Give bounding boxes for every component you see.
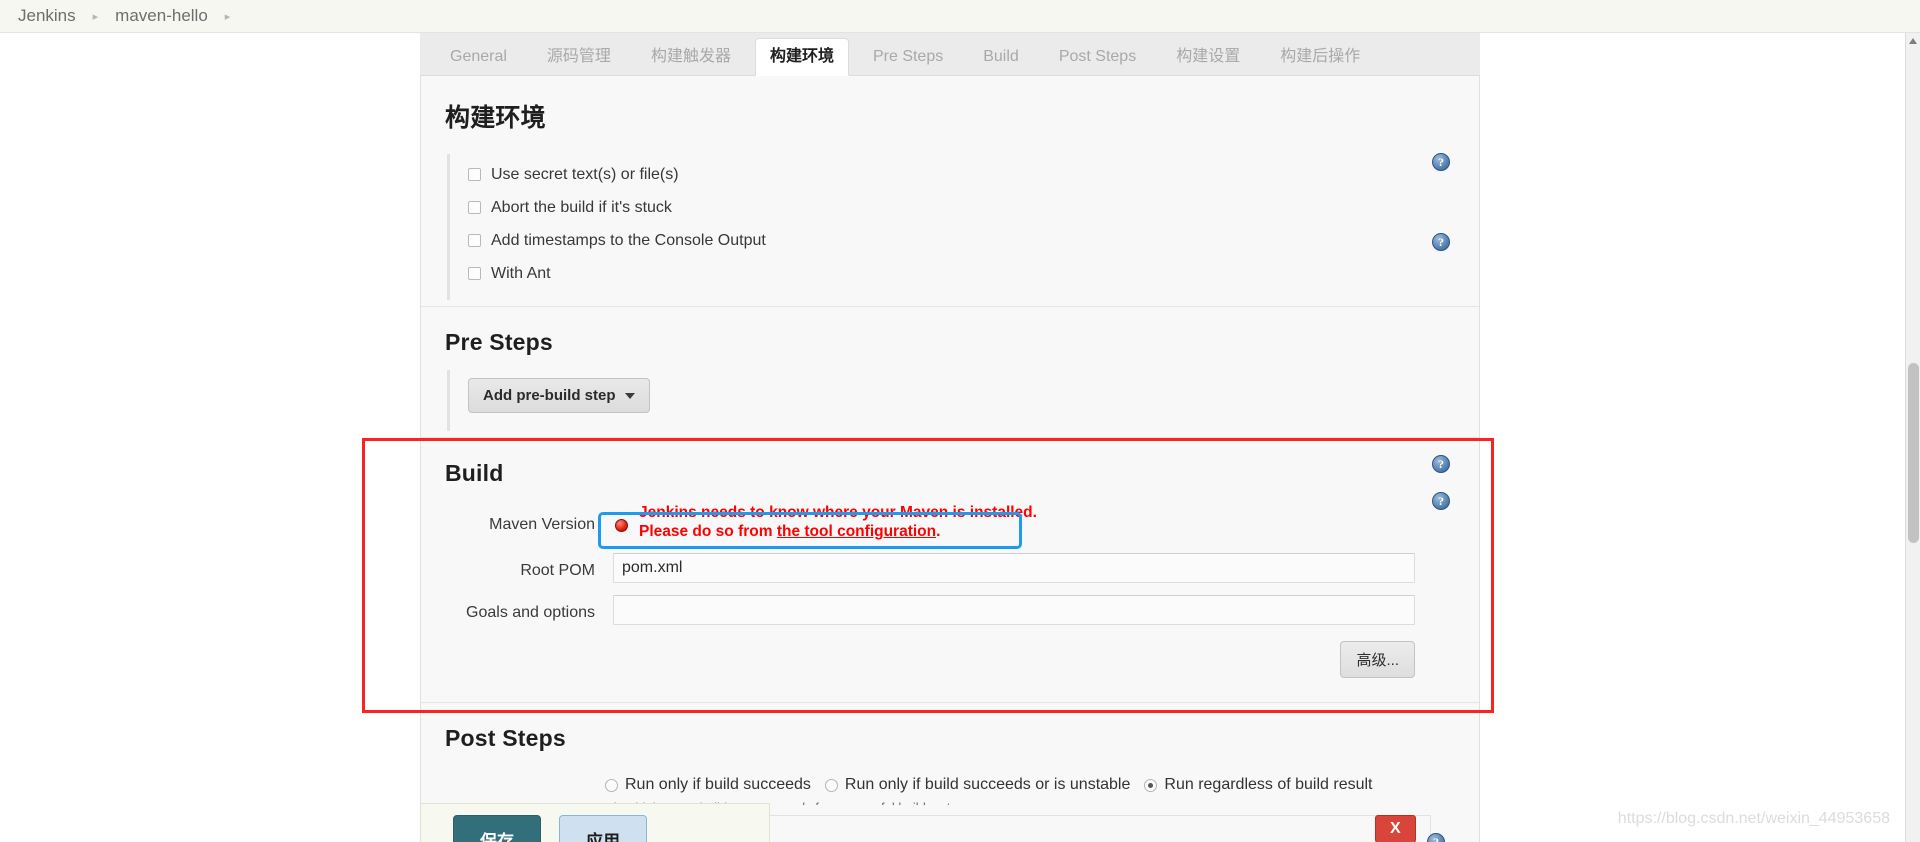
close-button[interactable]: X bbox=[1375, 815, 1416, 842]
checkbox-abort-stuck[interactable] bbox=[468, 201, 481, 214]
breadcrumb-separator-icon: ▸ bbox=[92, 10, 99, 23]
advanced-button-row: 高级... bbox=[445, 631, 1455, 696]
radio-label-succeeds-or-unstable: Run only if build succeeds or is unstabl… bbox=[844, 776, 1131, 793]
tab-build-trigger[interactable]: 构建触发器 bbox=[635, 40, 747, 75]
field-row-maven-version: Maven Version Jenkins needs to know wher… bbox=[445, 501, 1455, 547]
checkbox-timestamps[interactable] bbox=[468, 234, 481, 247]
apply-button[interactable]: 应用 bbox=[559, 815, 647, 842]
config-tab-bar: General 源码管理 构建触发器 构建环境 Pre Steps Build … bbox=[420, 33, 1480, 76]
add-pre-build-step-label: Add pre-build step bbox=[483, 387, 616, 404]
advanced-button[interactable]: 高级... bbox=[1340, 641, 1415, 678]
post-steps-radio-group: Run only if build succeeds Run only if b… bbox=[445, 766, 1455, 794]
maven-version-error-message: Jenkins needs to know where your Maven i… bbox=[613, 503, 1415, 541]
help-icon-with-ant[interactable]: ? bbox=[1432, 233, 1450, 251]
post-steps-title: Post Steps bbox=[445, 725, 566, 751]
error-line-1: Jenkins needs to know where your Maven i… bbox=[639, 504, 1037, 521]
field-row-root-pom: Root POM bbox=[445, 547, 1455, 589]
radio-item-regardless[interactable]: Run regardless of build result bbox=[1144, 776, 1373, 794]
error-dot-icon bbox=[615, 519, 628, 532]
label-root-pom: Root POM bbox=[520, 562, 595, 579]
radio-label-succeeds: Run only if build succeeds bbox=[625, 776, 811, 793]
build-section: Build Maven Version Jenkins needs to kno… bbox=[421, 438, 1479, 696]
pre-steps-section: Pre Steps Add pre-build step bbox=[421, 307, 1479, 431]
control-root-pom bbox=[613, 553, 1455, 583]
checkbox-label-with-ant: With Ant bbox=[491, 264, 551, 282]
checkbox-use-secret[interactable] bbox=[468, 168, 481, 181]
radio-item-succeeds-or-unstable[interactable]: Run only if build succeeds or is unstabl… bbox=[824, 776, 1131, 794]
checkbox-row-abort-stuck[interactable]: Abort the build if it's stuck bbox=[468, 191, 1455, 224]
checkbox-row-with-ant[interactable]: With Ant bbox=[468, 257, 1455, 290]
scrollbar-thumb[interactable] bbox=[1908, 363, 1919, 543]
build-environment-section: 构建环境 Use secret text(s) or file(s) Abort… bbox=[421, 76, 1479, 300]
tool-configuration-link[interactable]: the tool configuration bbox=[777, 523, 936, 540]
root-pom-input[interactable] bbox=[613, 553, 1415, 583]
radio-label-regardless: Run regardless of build result bbox=[1164, 776, 1373, 793]
radio-succeeds-or-unstable[interactable] bbox=[824, 778, 838, 792]
checkbox-row-timestamps[interactable]: Add timestamps to the Console Output bbox=[468, 224, 1455, 257]
build-environment-checkbox-group: Use secret text(s) or file(s) Abort the … bbox=[447, 154, 1455, 300]
error-line-2-prefix: Please do so from bbox=[639, 523, 777, 540]
tab-source-management[interactable]: 源码管理 bbox=[531, 40, 627, 75]
watermark-text: https://blog.csdn.net/weixin_44953658 bbox=[1617, 810, 1890, 827]
tab-general[interactable]: General bbox=[434, 40, 523, 75]
job-config-panel: General 源码管理 构建触发器 构建环境 Pre Steps Build … bbox=[420, 33, 1480, 815]
radio-regardless[interactable] bbox=[1144, 778, 1158, 792]
radio-succeeds[interactable] bbox=[605, 778, 618, 792]
label-goals-and-options: Goals and options bbox=[466, 604, 595, 621]
tab-build-environment[interactable]: 构建环境 bbox=[754, 38, 849, 76]
build-title: Build bbox=[445, 460, 504, 486]
post-steps-section: Post Steps Run only if build succeeds Ru… bbox=[421, 703, 1479, 815]
pre-steps-title: Pre Steps bbox=[445, 329, 553, 355]
help-icon-goals[interactable]: ? bbox=[1432, 492, 1450, 510]
page-scrollbar[interactable] bbox=[1905, 33, 1920, 842]
save-button[interactable]: 保存 bbox=[453, 815, 541, 842]
breadcrumb-item-jenkins[interactable]: Jenkins bbox=[18, 6, 76, 26]
checkbox-label-use-secret: Use secret text(s) or file(s) bbox=[491, 165, 679, 183]
field-row-goals: Goals and options bbox=[445, 589, 1455, 631]
control-maven-version: Jenkins needs to know where your Maven i… bbox=[613, 504, 1455, 541]
build-environment-title: 构建环境 bbox=[445, 104, 546, 132]
tab-post-build-actions[interactable]: 构建后操作 bbox=[1264, 40, 1376, 75]
tab-build-settings[interactable]: 构建设置 bbox=[1160, 40, 1256, 75]
scroll-up-icon[interactable] bbox=[1909, 38, 1917, 44]
checkbox-row-use-secret[interactable]: Use secret text(s) or file(s) bbox=[468, 158, 1455, 191]
control-goals-and-options bbox=[613, 595, 1455, 625]
goals-and-options-input[interactable] bbox=[613, 595, 1415, 625]
add-pre-build-step-button[interactable]: Add pre-build step bbox=[468, 378, 650, 413]
checkbox-with-ant[interactable] bbox=[468, 267, 481, 280]
tab-build[interactable]: Build bbox=[967, 40, 1035, 75]
help-icon-use-secret[interactable]: ? bbox=[1432, 153, 1450, 171]
checkbox-label-abort-stuck: Abort the build if it's stuck bbox=[491, 198, 672, 216]
tab-post-steps[interactable]: Post Steps bbox=[1043, 40, 1152, 75]
radio-item-succeeds[interactable]: Run only if build succeeds bbox=[605, 776, 811, 794]
tab-pre-steps[interactable]: Pre Steps bbox=[857, 40, 959, 75]
chevron-down-icon bbox=[624, 392, 635, 399]
breadcrumb-separator-icon-2: ▸ bbox=[224, 10, 231, 23]
checkbox-label-timestamps: Add timestamps to the Console Output bbox=[491, 231, 766, 249]
pre-steps-button-wrap: Add pre-build step bbox=[447, 370, 1455, 431]
save-action-bar: 保存 应用 bbox=[420, 803, 770, 842]
label-maven-version: Maven Version bbox=[489, 516, 595, 533]
error-line-2-suffix: . bbox=[936, 523, 941, 540]
config-page: General 源码管理 构建触发器 构建环境 Pre Steps Build … bbox=[0, 33, 1920, 842]
help-icon-root-pom[interactable]: ? bbox=[1432, 455, 1450, 473]
breadcrumb-item-maven-hello[interactable]: maven-hello bbox=[115, 6, 208, 26]
config-form-body: 构建环境 Use secret text(s) or file(s) Abort… bbox=[420, 76, 1480, 815]
breadcrumb: Jenkins ▸ maven-hello ▸ bbox=[0, 0, 1920, 33]
